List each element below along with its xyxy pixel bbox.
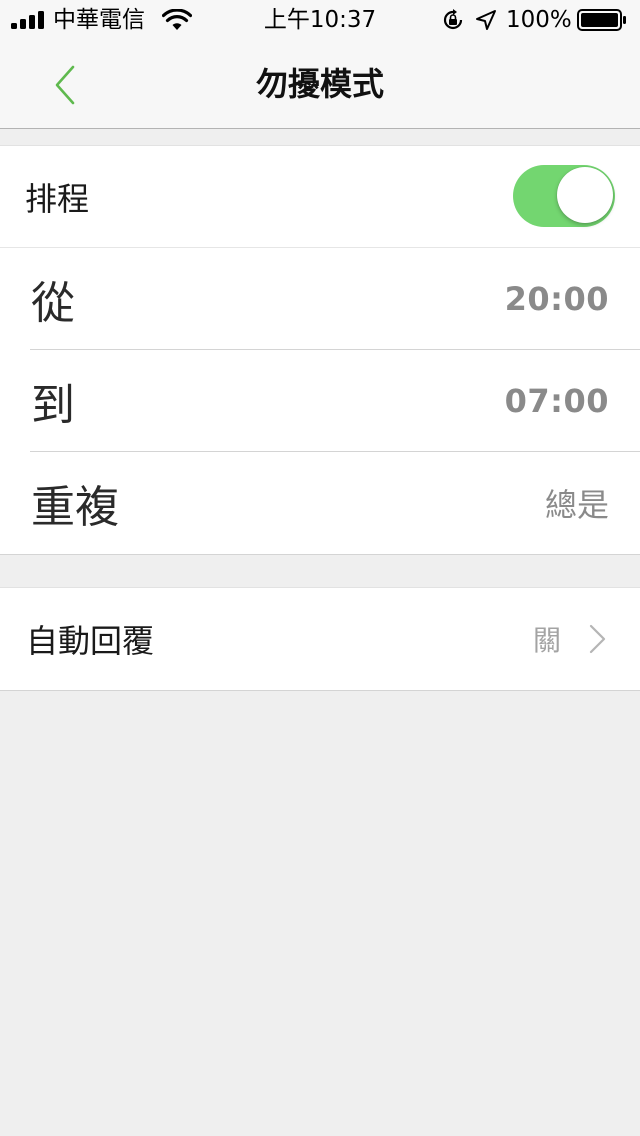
auto-reply-value: 關 xyxy=(532,624,561,657)
from-time-value: 20:00 xyxy=(504,280,609,318)
from-time-row[interactable]: 從 20:00 xyxy=(0,248,640,350)
battery-percent: 100% xyxy=(506,7,572,33)
to-time-value: 07:00 xyxy=(504,382,609,420)
from-label: 從 xyxy=(31,278,75,329)
repeat-value: 總是 xyxy=(544,486,609,524)
nav-bar: 勿擾模式 xyxy=(0,40,640,129)
schedule-label: 排程 xyxy=(25,180,90,218)
page-title: 勿擾模式 xyxy=(255,65,384,103)
to-time-row[interactable]: 到 07:00 xyxy=(0,350,640,452)
to-label: 到 xyxy=(31,380,75,431)
auto-reply-label: 自動回覆 xyxy=(26,622,155,660)
chevron-right-icon xyxy=(589,624,606,654)
location-icon xyxy=(476,10,496,30)
repeat-label: 重複 xyxy=(31,482,119,533)
orientation-lock-icon xyxy=(443,9,463,30)
status-bar: 中華電信 上午10:37 100% xyxy=(0,0,640,40)
schedule-group: 排程 從 20:00 到 07:00 重複 總是 xyxy=(0,145,640,555)
auto-reply-group: 自動回覆 關 xyxy=(0,587,640,691)
schedule-toggle[interactable] xyxy=(513,165,615,227)
battery-icon xyxy=(577,9,626,31)
schedule-row: 排程 xyxy=(0,146,640,248)
repeat-row[interactable]: 重複 總是 xyxy=(0,452,640,554)
auto-reply-row[interactable]: 自動回覆 關 xyxy=(0,588,640,690)
toggle-knob xyxy=(557,167,613,223)
